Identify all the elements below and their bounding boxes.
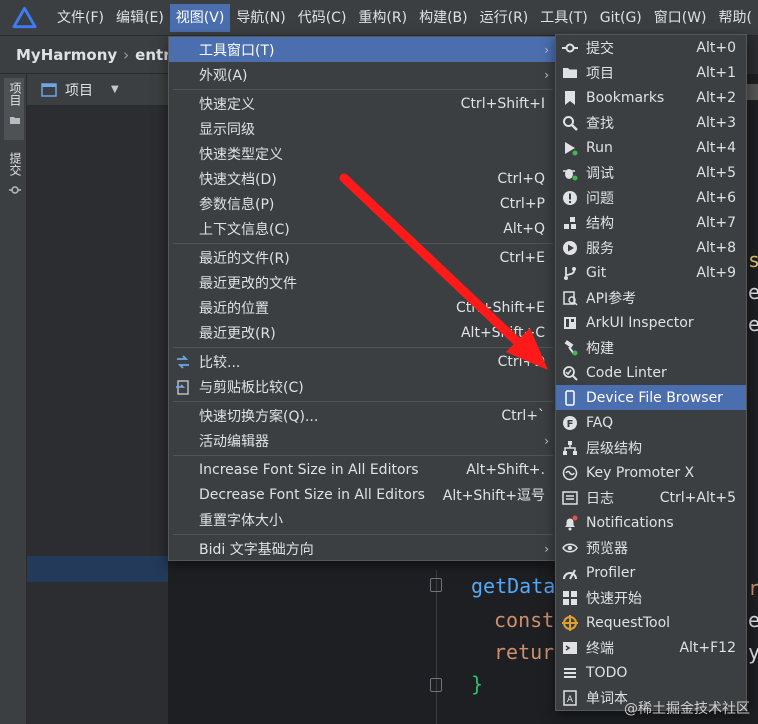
watermark: @稀土掘金技术社区 [624, 701, 750, 717]
annotation-arrow [339, 173, 548, 370]
